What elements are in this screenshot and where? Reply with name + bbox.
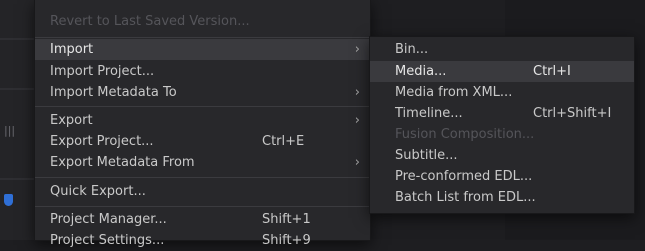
menu-separator (35, 106, 370, 107)
left-panel-divider (0, 178, 34, 180)
menu-item-label: Bin... (395, 42, 429, 57)
menu-item-label: Quick Export... (50, 184, 146, 199)
menu-item-label: Timeline... (395, 106, 463, 121)
menu-item-label: Media... (395, 64, 447, 79)
menu-separator (35, 177, 370, 178)
menu-item-import[interactable]: Import › (35, 39, 370, 60)
menu-item-label: Pre-conformed EDL... (395, 169, 533, 184)
menu-item-label: Batch List from EDL... (395, 190, 536, 205)
menu-item-shortcut: Shift+9 (262, 233, 311, 248)
menu-item-export-metadata[interactable]: Export Metadata From › (35, 152, 370, 173)
menu-item-revert[interactable]: Revert to Last Saved Version... (35, 11, 370, 32)
menu-item-export[interactable]: Export › (35, 110, 370, 131)
menu-item-label: Project Manager... (50, 212, 167, 227)
menu-item-label: Subtitle... (395, 148, 458, 163)
menu-item-shortcut: Ctrl+I (533, 64, 571, 79)
file-menu: Revert to Last Saved Version... Import ›… (34, 0, 371, 248)
chevron-right-icon: › (354, 85, 360, 100)
submenu-item-media[interactable]: Media... Ctrl+I (370, 61, 634, 82)
submenu-item-subtitle[interactable]: Subtitle... (370, 145, 634, 166)
menu-item-quick-export[interactable]: Quick Export... (35, 181, 370, 202)
menu-item-label: Export Project... (50, 134, 154, 149)
chevron-right-icon: › (354, 113, 360, 128)
menu-item-label: Import Project... (50, 64, 155, 79)
submenu-item-bin[interactable]: Bin... (370, 39, 634, 60)
menu-separator (35, 37, 370, 38)
menu-item-label: Import Metadata To (50, 85, 177, 100)
menu-item-import-metadata[interactable]: Import Metadata To › (35, 82, 370, 103)
menu-item-export-project[interactable]: Export Project... Ctrl+E (35, 131, 370, 152)
submenu-item-pre-conformed-edl[interactable]: Pre-conformed EDL... (370, 166, 634, 187)
chevron-right-icon: › (354, 42, 360, 57)
chevron-right-icon: › (354, 155, 360, 170)
menu-separator (35, 206, 370, 207)
menu-item-shortcut: Shift+1 (262, 212, 311, 227)
submenu-item-batch-list[interactable]: Batch List from EDL... (370, 187, 634, 208)
import-submenu: Bin... Media... Ctrl+I Media from XML...… (369, 36, 635, 214)
menu-item-label: Export Metadata From (50, 155, 195, 170)
menu-item-label: Revert to Last Saved Version... (50, 14, 250, 29)
menu-item-label: Import (50, 42, 94, 57)
menu-item-label: Project Settings... (50, 233, 165, 248)
submenu-item-media-from-xml[interactable]: Media from XML... (370, 82, 634, 103)
menu-item-label: Media from XML... (395, 85, 513, 100)
submenu-item-fusion-composition[interactable]: Fusion Composition... (370, 124, 634, 145)
menu-item-shortcut: Ctrl+E (262, 134, 305, 149)
menu-item-shortcut: Ctrl+Shift+I (533, 106, 612, 121)
menu-item-import-project[interactable]: Import Project... (35, 61, 370, 82)
menu-item-project-manager[interactable]: Project Manager... Shift+1 (35, 209, 370, 230)
left-panel-divider (0, 88, 34, 90)
left-panel-divider (0, 38, 34, 40)
audio-waveform-icon: ||| (4, 124, 16, 137)
marker-icon[interactable] (4, 194, 13, 206)
menu-item-label: Export (50, 113, 93, 128)
submenu-item-timeline[interactable]: Timeline... Ctrl+Shift+I (370, 103, 634, 124)
menu-item-label: Fusion Composition... (395, 127, 535, 142)
menu-item-project-settings[interactable]: Project Settings... Shift+9 (35, 230, 370, 251)
